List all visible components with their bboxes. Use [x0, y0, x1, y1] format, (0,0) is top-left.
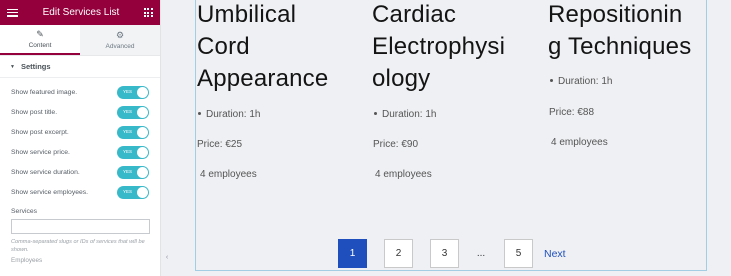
pagination-ellipsis: ... [476, 248, 486, 259]
service-price: Price: €90 [373, 139, 419, 150]
toggle-row-post-excerpt: Show post excerpt. YES [0, 122, 160, 142]
service-employees: 4 employees [551, 137, 608, 148]
settings-section-header[interactable]: ▼ Settings [0, 56, 160, 78]
services-field-label: Services [11, 208, 38, 215]
featured-image-toggle[interactable]: YES [117, 85, 149, 99]
toggle-label: Show post title. [11, 108, 58, 116]
chevron-left-icon: ‹ [165, 253, 169, 261]
apps-grid-icon[interactable] [143, 8, 153, 17]
title-line: ology [372, 65, 431, 92]
caret-down-icon: ▼ [10, 63, 15, 70]
settings-section-title: Settings [20, 62, 51, 71]
service-employees-toggle[interactable]: YES [117, 185, 149, 199]
toggle-state: YES [123, 169, 133, 174]
page-3-button[interactable]: 3 [430, 239, 459, 268]
toggle-label: Show featured image. [11, 88, 78, 96]
toggle-state: YES [123, 129, 133, 134]
toggle-row-service-employees: Show service employees. YES [0, 182, 160, 202]
services-list-widget: Umbilical Cord Appearance Duration: 1h P… [195, 0, 707, 271]
title-line: Repositionin [548, 1, 683, 28]
service-duration: Duration: 1h [198, 109, 260, 120]
pagination: 1 2 3 ... 5 Next [338, 239, 566, 268]
toggle-label: Show post excerpt. [11, 128, 69, 136]
service-employees: 4 employees [200, 169, 257, 180]
tab-content-label: Content [28, 41, 52, 49]
tab-advanced[interactable]: ⚙ Advanced [80, 25, 160, 55]
title-line: Cord [197, 33, 250, 60]
page-2-button[interactable]: 2 [384, 239, 413, 268]
pencil-icon: ✎ [36, 28, 44, 39]
title-line: g Techniques [548, 33, 692, 60]
toggle-state: YES [123, 89, 133, 94]
service-title[interactable]: Repositionin g Techniques [548, 0, 708, 63]
service-title[interactable]: Cardiac Electrophysi ology [372, 0, 547, 95]
post-excerpt-toggle[interactable]: YES [117, 125, 149, 139]
toggle-label: Show service price. [11, 148, 70, 156]
toggle-row-featured-image: Show featured image. YES [0, 82, 160, 102]
title-line: Umbilical [197, 1, 297, 28]
employees-field-label: Employees [11, 257, 43, 265]
service-price: Price: €25 [197, 139, 243, 150]
service-price-toggle[interactable]: YES [117, 145, 149, 159]
panel-title: Edit Services List [42, 7, 120, 18]
service-title[interactable]: Umbilical Cord Appearance [197, 0, 372, 95]
toggle-row-post-title: Show post title. YES [0, 102, 160, 122]
toggle-label: Show service duration. [11, 168, 80, 176]
title-line: Appearance [197, 65, 329, 92]
tab-advanced-label: Advanced [105, 42, 135, 50]
duration-text: Duration: 1h [206, 109, 261, 120]
duration-text: Duration: 1h [382, 109, 437, 120]
service-duration: Duration: 1h [550, 76, 612, 87]
editor-panel: Edit Services List ✎ Content ⚙ Advanced … [0, 0, 161, 276]
toggle-state: YES [123, 109, 133, 114]
toggle-state: YES [123, 149, 133, 154]
panel-tabs: ✎ Content ⚙ Advanced [0, 25, 160, 56]
tab-content[interactable]: ✎ Content [0, 25, 80, 55]
collapse-panel-handle[interactable]: ‹ [161, 243, 173, 271]
page-1-button[interactable]: 1 [338, 239, 367, 268]
next-page-link[interactable]: Next [544, 248, 566, 260]
service-duration: Duration: 1h [374, 109, 436, 120]
title-line: Electrophysi [372, 33, 506, 60]
toggle-row-service-duration: Show service duration. YES [0, 162, 160, 182]
title-line: Cardiac [372, 1, 457, 28]
toggle-row-service-price: Show service price. YES [0, 142, 160, 162]
service-employees: 4 employees [375, 169, 432, 180]
service-duration-toggle[interactable]: YES [117, 165, 149, 179]
gear-icon: ⚙ [115, 29, 125, 40]
services-input[interactable] [11, 219, 150, 234]
post-title-toggle[interactable]: YES [117, 105, 149, 119]
toggle-label: Show service employees. [11, 188, 89, 196]
page-5-button[interactable]: 5 [504, 239, 533, 268]
duration-text: Duration: 1h [558, 76, 613, 87]
menu-icon[interactable] [7, 8, 18, 17]
toggle-state: YES [123, 189, 133, 194]
services-help-text: Comma-separated slugs or IDs of services… [11, 239, 145, 253]
panel-header: Edit Services List [0, 0, 160, 25]
service-price: Price: €88 [549, 107, 595, 118]
